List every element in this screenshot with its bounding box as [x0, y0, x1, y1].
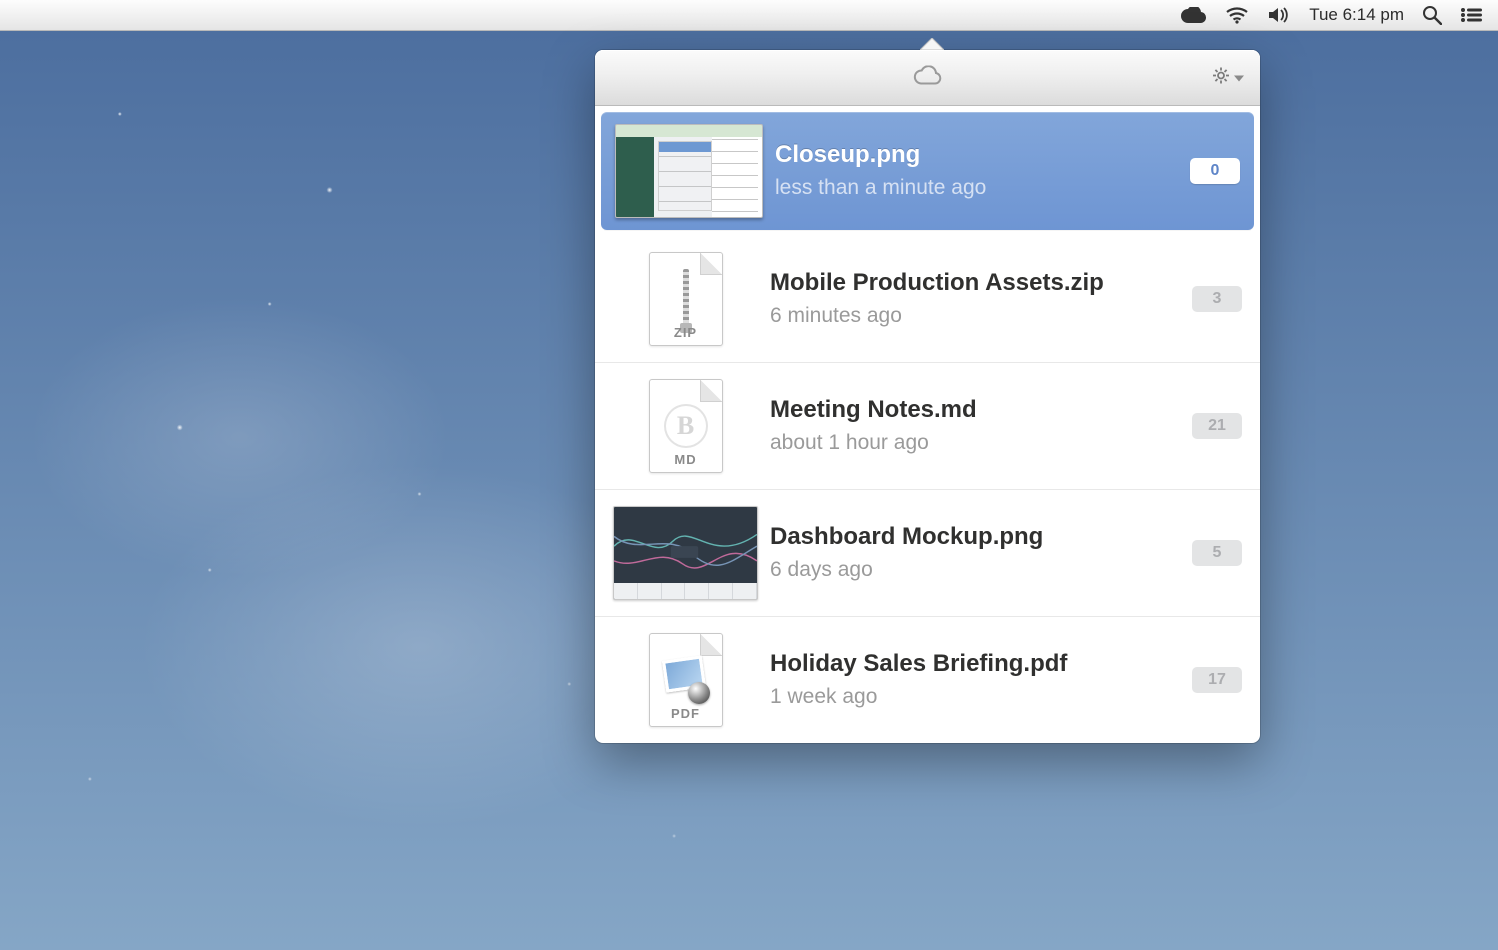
screenshot-thumbnail: Mobile Production As Upload From Clip Au…	[615, 124, 763, 218]
wifi-icon[interactable]	[1225, 0, 1249, 30]
settings-menu-button[interactable]	[1212, 66, 1244, 89]
item-time: about 1 hour ago	[770, 431, 1192, 455]
list-item[interactable]: Dashboard Mockup.png 6 days ago 5	[595, 489, 1260, 616]
item-time: less than a minute ago	[775, 176, 1190, 200]
upload-list: Mobile Production As Upload From Clip Au…	[595, 112, 1260, 743]
dropdown-titlebar	[595, 50, 1260, 106]
item-title: Holiday Sales Briefing.pdf	[770, 651, 1192, 677]
view-count-badge: 0	[1190, 158, 1240, 184]
view-count-badge: 5	[1192, 540, 1242, 566]
item-time: 1 week ago	[770, 685, 1192, 709]
cloud-icon	[913, 65, 943, 90]
dropdown-arrow	[920, 38, 944, 50]
list-item[interactable]: PDF Holiday Sales Briefing.pdf 1 week ag…	[595, 616, 1260, 743]
view-count-badge: 17	[1192, 667, 1242, 693]
item-title: Dashboard Mockup.png	[770, 524, 1192, 550]
item-time: 6 minutes ago	[770, 304, 1192, 328]
cloudapp-menubar-icon[interactable]	[1181, 0, 1207, 30]
notification-center-icon[interactable]	[1460, 0, 1482, 30]
image-thumbnail	[613, 506, 758, 600]
gear-icon	[1212, 66, 1230, 89]
chevron-down-icon	[1234, 69, 1244, 87]
list-item[interactable]: ZIP Mobile Production Assets.zip 6 minut…	[595, 236, 1260, 362]
item-time: 6 days ago	[770, 558, 1192, 582]
zip-file-icon: ZIP	[649, 252, 723, 346]
item-title: Closeup.png	[775, 142, 1190, 168]
list-item[interactable]: Mobile Production As Upload From Clip Au…	[601, 112, 1254, 230]
md-file-icon: B MD	[649, 379, 723, 473]
volume-icon[interactable]	[1267, 0, 1291, 30]
item-title: Mobile Production Assets.zip	[770, 270, 1192, 296]
view-count-badge: 3	[1192, 286, 1242, 312]
spotlight-icon[interactable]	[1422, 0, 1442, 30]
cloudapp-dropdown: Mobile Production As Upload From Clip Au…	[595, 50, 1260, 743]
menubar-clock[interactable]: Tue 6:14 pm	[1309, 0, 1404, 30]
list-item[interactable]: B MD Meeting Notes.md about 1 hour ago 2…	[595, 362, 1260, 489]
menubar: Tue 6:14 pm	[0, 0, 1498, 31]
item-title: Meeting Notes.md	[770, 397, 1192, 423]
pdf-file-icon: PDF	[649, 633, 723, 727]
view-count-badge: 21	[1192, 413, 1242, 439]
